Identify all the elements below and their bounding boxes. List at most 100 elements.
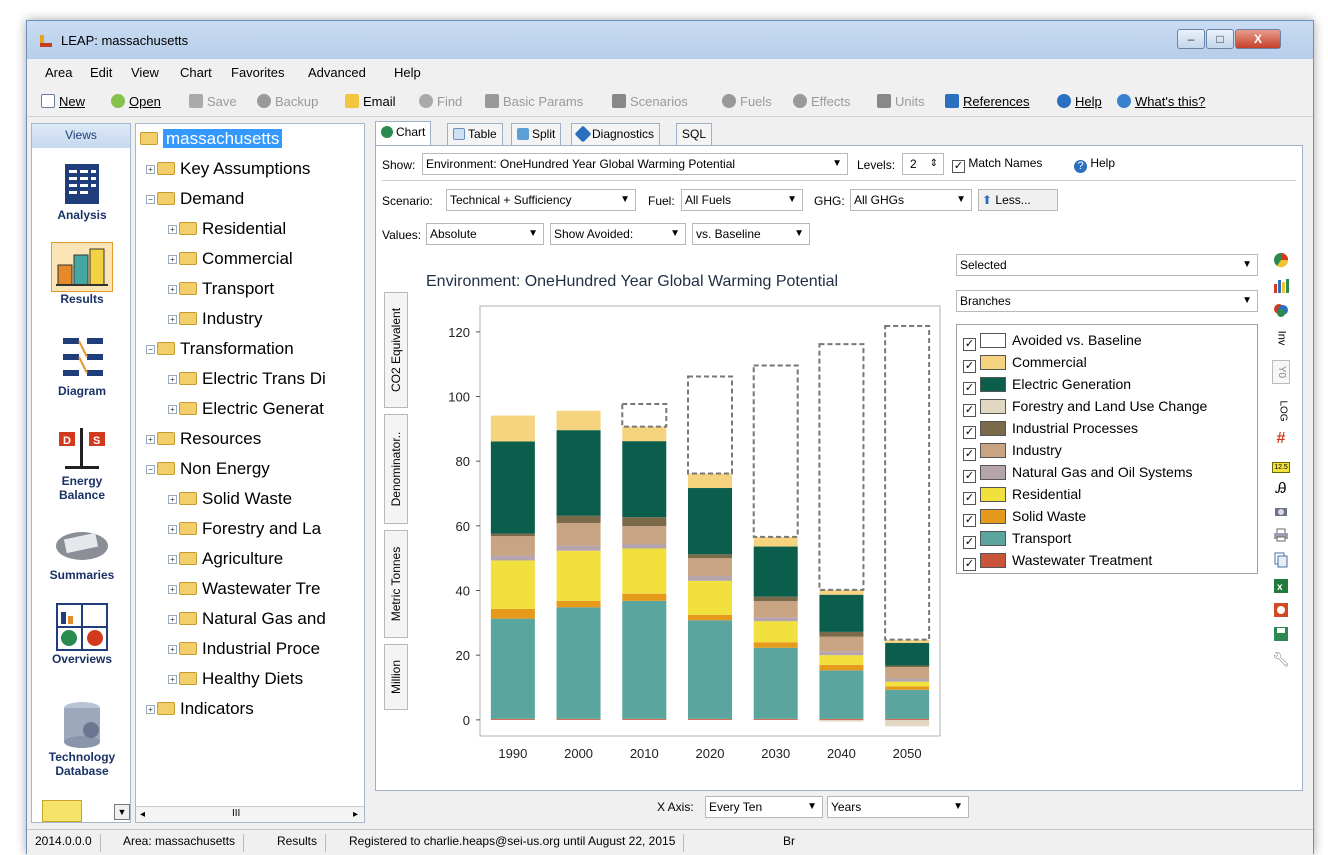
tree-node-electric-generation[interactable]: + Electric Generat — [168, 398, 324, 420]
expand-icon[interactable]: + — [146, 435, 155, 444]
menu-edit[interactable]: Edit — [90, 65, 112, 80]
xaxis-unit-dropdown[interactable]: Years ▼ — [827, 796, 969, 818]
legend-item[interactable]: ✓ Residential — [963, 483, 1081, 505]
tree-node-non-energy[interactable]: − Non Energy — [146, 458, 270, 480]
legend-item[interactable]: ✓ Wastewater Treatment — [963, 549, 1152, 571]
effects-button[interactable]: Effects — [793, 94, 851, 109]
invert-toggle[interactable]: Inv — [1272, 328, 1290, 346]
legend-item[interactable]: ✓ Avoided vs. Baseline — [963, 329, 1142, 351]
basic-params-button[interactable]: Basic Params — [485, 94, 583, 109]
grid-icon[interactable]: # — [1272, 430, 1290, 448]
expand-icon[interactable]: + — [168, 405, 177, 414]
legend-item[interactable]: ✓ Transport — [963, 527, 1071, 549]
tree-node-demand[interactable]: − Demand — [146, 188, 244, 210]
menu-help[interactable]: Help — [394, 65, 421, 80]
tree-node-indicators[interactable]: + Indicators — [146, 698, 254, 720]
find-button[interactable]: Find — [419, 94, 462, 109]
fuel-dropdown[interactable]: All Fuels ▼ — [681, 189, 803, 211]
fuels-button[interactable]: Fuels — [722, 94, 772, 109]
expand-icon[interactable]: + — [168, 315, 177, 324]
notes-icon[interactable] — [42, 800, 82, 822]
font-icon[interactable]: Ꭿ — [1272, 480, 1290, 498]
tree-node-residential[interactable]: + Residential — [168, 218, 286, 240]
tab-chart[interactable]: Chart — [375, 121, 432, 146]
match-names-checkbox[interactable]: ✓ Match Names — [952, 156, 1042, 173]
view-technology-database[interactable]: Technology Database — [32, 700, 132, 778]
expand-icon[interactable]: + — [168, 495, 177, 504]
backup-button[interactable]: Backup — [257, 94, 318, 109]
tab-diagnostics[interactable]: Diagnostics — [571, 123, 661, 145]
email-button[interactable]: Email — [345, 94, 396, 109]
views-more-button[interactable]: ▼ — [114, 804, 130, 820]
print-icon[interactable] — [1272, 528, 1290, 546]
expand-icon[interactable]: + — [168, 555, 177, 564]
area-chart-icon[interactable] — [1272, 302, 1290, 320]
maximize-button[interactable]: □ — [1206, 29, 1234, 49]
new-button[interactable]: New — [41, 94, 85, 109]
chart-help-button[interactable]: ? Help — [1074, 156, 1115, 173]
co2-equivalent-button[interactable]: CO2 Equivalent — [384, 292, 408, 408]
tree-node-transport[interactable]: + Transport — [168, 278, 274, 300]
pie-chart-icon[interactable] — [1272, 252, 1290, 270]
show-dropdown[interactable]: Environment: OneHundred Year Global Warm… — [422, 153, 848, 175]
menu-area[interactable]: Area — [45, 65, 72, 80]
view-summaries[interactable]: Summaries — [32, 518, 132, 582]
save-icon[interactable] — [1272, 626, 1290, 644]
branches-dropdown[interactable]: Branches ▼ — [956, 290, 1258, 312]
legend-item[interactable]: ✓ Solid Waste — [963, 505, 1086, 527]
legend-checkbox[interactable]: ✓ — [963, 470, 976, 483]
menu-advanced[interactable]: Advanced — [308, 65, 366, 80]
view-overviews[interactable]: Overviews — [32, 602, 132, 666]
tab-split[interactable]: Split — [511, 123, 562, 145]
tab-sql[interactable]: SQL — [676, 123, 713, 145]
bar-chart-icon[interactable] — [1272, 278, 1290, 296]
copy-icon[interactable] — [1272, 552, 1290, 570]
expand-icon[interactable]: + — [168, 255, 177, 264]
legend-item[interactable]: ✓ Natural Gas and Oil Systems — [963, 461, 1193, 483]
close-button[interactable]: X — [1235, 29, 1281, 49]
expand-icon[interactable]: + — [168, 225, 177, 234]
wrench-icon[interactable]: 🔧︎ — [1272, 650, 1290, 668]
million-button[interactable]: Million — [384, 644, 408, 710]
tree-node-natural-gas[interactable]: + Natural Gas and — [168, 608, 326, 630]
legend-item[interactable]: ✓ Industry — [963, 439, 1062, 461]
view-diagram[interactable]: Diagram — [32, 334, 132, 398]
tree-root-massachusetts[interactable]: massachusetts — [140, 128, 283, 150]
view-results[interactable]: Results — [32, 242, 132, 306]
camera-icon[interactable] — [1272, 504, 1290, 522]
tree-node-electric-trans[interactable]: + Electric Trans Di — [168, 368, 326, 390]
menu-chart[interactable]: Chart — [180, 65, 212, 80]
show-avoided-dropdown[interactable]: Show Avoided: ▼ — [550, 223, 686, 245]
scenario-dropdown[interactable]: Technical + Sufficiency ▼ — [446, 189, 636, 211]
legend-checkbox[interactable]: ✓ — [963, 404, 976, 417]
legend-checkbox[interactable]: ✓ — [963, 338, 976, 351]
tree-node-forestry[interactable]: + Forestry and La — [168, 518, 321, 540]
collapse-icon[interactable]: − — [146, 345, 155, 354]
tree-node-agriculture[interactable]: + Agriculture — [168, 548, 283, 570]
save-button[interactable]: Save — [189, 94, 237, 109]
tree-horizontal-scrollbar[interactable]: ◂ III ▸ — [136, 806, 364, 822]
tree-node-resources[interactable]: + Resources — [146, 428, 261, 450]
selected-dropdown[interactable]: Selected ▼ — [956, 254, 1258, 276]
legend-checkbox[interactable]: ✓ — [963, 492, 976, 505]
tree-node-transformation[interactable]: − Transformation — [146, 338, 294, 360]
expand-icon[interactable]: + — [168, 675, 177, 684]
expand-icon[interactable]: + — [168, 525, 177, 534]
expand-icon[interactable]: + — [168, 615, 177, 624]
view-analysis[interactable]: Analysis — [32, 158, 132, 222]
tree-node-key-assumptions[interactable]: + Key Assumptions — [146, 158, 310, 180]
tree-node-healthy-diets[interactable]: + Healthy Diets — [168, 668, 303, 690]
excel-icon[interactable]: x — [1272, 578, 1290, 596]
expand-icon[interactable]: + — [168, 285, 177, 294]
y0-toggle[interactable]: Y0 — [1272, 360, 1290, 384]
expand-icon[interactable]: + — [168, 375, 177, 384]
expand-icon[interactable]: + — [146, 165, 155, 174]
tree-node-industrial-processes[interactable]: + Industrial Proce — [168, 638, 320, 660]
denominator-button[interactable]: Denominator.. — [384, 414, 408, 524]
legend-item[interactable]: ✓ Electric Generation — [963, 373, 1131, 395]
xaxis-interval-dropdown[interactable]: Every Ten ▼ — [705, 796, 823, 818]
tree-node-solid-waste[interactable]: + Solid Waste — [168, 488, 292, 510]
minimize-button[interactable]: – — [1177, 29, 1205, 49]
tree-node-industry[interactable]: + Industry — [168, 308, 262, 330]
menu-favorites[interactable]: Favorites — [231, 65, 284, 80]
